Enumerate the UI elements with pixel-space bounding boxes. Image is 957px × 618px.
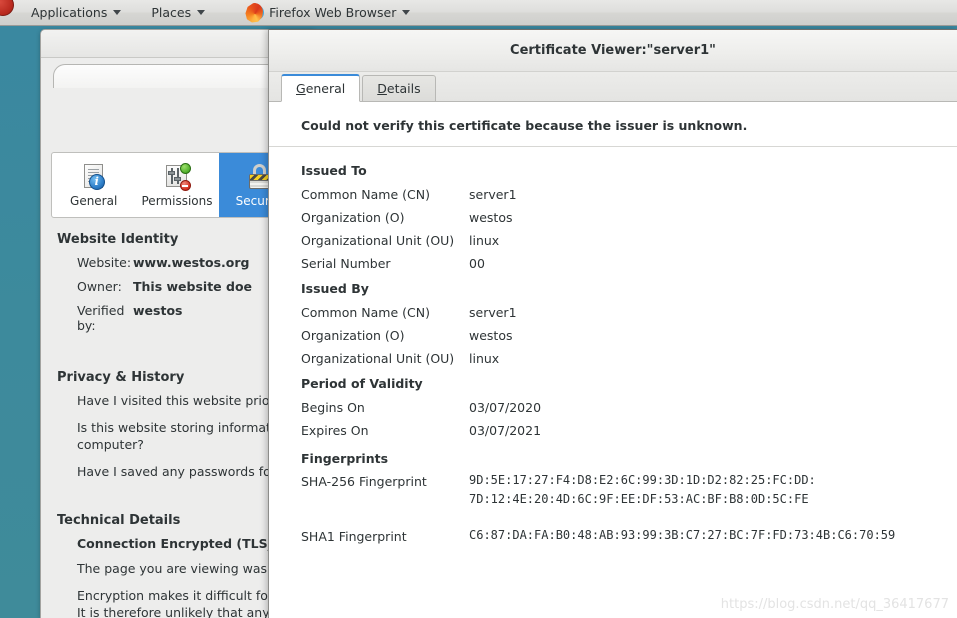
field-value: linux bbox=[469, 351, 500, 366]
field-value: 03/07/2021 bbox=[469, 423, 542, 438]
applications-menu[interactable]: Applications bbox=[22, 0, 130, 26]
field-issued-to-cn: Common Name (CN) server1 bbox=[301, 183, 957, 206]
identity-verified-by-value: westos bbox=[133, 303, 183, 318]
certificate-general-panel: Could not verify this certificate becaus… bbox=[269, 102, 957, 617]
document-info-icon: i bbox=[79, 162, 109, 192]
screen: Applications Places Firefox Web Browser bbox=[0, 0, 957, 618]
identity-website-label: Website: bbox=[77, 255, 132, 270]
privacy-line-passwords: Have I saved any passwords for bbox=[77, 463, 276, 479]
field-label: Begins On bbox=[301, 400, 365, 415]
field-value: C6:87:DA:FA:B0:48:AB:93:99:3B:C7:27:BC:7… bbox=[469, 528, 896, 542]
field-value: westos bbox=[469, 210, 513, 225]
section-heading-issued-by: Issued By bbox=[301, 281, 369, 296]
field-begins-on: Begins On 03/07/2020 bbox=[301, 396, 957, 419]
technical-connection-encrypted: Connection Encrypted (TLS_E bbox=[77, 535, 283, 551]
applications-menu-label: Applications bbox=[31, 5, 108, 20]
field-sha1-fingerprint: SHA1 Fingerprint C6:87:DA:FA:B0:48:AB:93… bbox=[301, 526, 957, 546]
website-identity-heading: Website Identity bbox=[57, 232, 179, 247]
certificate-fields: Issued To Common Name (CN) server1 Organ… bbox=[269, 147, 957, 546]
identity-row-owner: Owner: This website doe bbox=[53, 279, 303, 294]
identity-owner-value: This website doe bbox=[133, 279, 253, 294]
section-heading-fingerprints: Fingerprints bbox=[301, 451, 389, 466]
field-issued-to-serial: Serial Number 00 bbox=[301, 252, 957, 275]
field-issued-by-cn: Common Name (CN) server1 bbox=[301, 301, 957, 324]
privacy-line-visited: Have I visited this website prior bbox=[77, 393, 275, 408]
field-value: 00 bbox=[469, 256, 485, 271]
places-menu-label: Places bbox=[151, 5, 192, 20]
field-expires-on: Expires On 03/07/2021 bbox=[301, 419, 957, 442]
permissions-sliders-icon bbox=[162, 162, 192, 192]
field-sha256-fingerprint: SHA-256 Fingerprint 9D:5E:17:27:F4:D8:E2… bbox=[301, 471, 957, 509]
technical-line-page-viewing: The page you are viewing was e bbox=[77, 561, 279, 577]
technical-line-encryption: Encryption makes it difficult for bbox=[77, 588, 274, 604]
field-label: Organizational Unit (OU) bbox=[301, 233, 455, 248]
page-info-search-input[interactable] bbox=[53, 64, 303, 88]
field-label: Organizational Unit (OU) bbox=[301, 351, 455, 366]
section-heading-issued-to: Issued To bbox=[301, 163, 367, 178]
tab-details-label: etails bbox=[386, 81, 421, 96]
tab-general-label: eneral bbox=[305, 81, 346, 96]
field-label: Serial Number bbox=[301, 256, 391, 271]
identity-owner-label: Owner: bbox=[77, 279, 122, 294]
identity-verified-by-label: Verified by: bbox=[77, 303, 125, 333]
page-info-toolbar: i General Permissions Security bbox=[51, 152, 303, 218]
field-value: linux bbox=[469, 233, 500, 248]
tab-details-mnemonic: D bbox=[377, 81, 387, 96]
field-issued-by-o: Organization (O) westos bbox=[301, 324, 957, 347]
field-label: Common Name (CN) bbox=[301, 187, 430, 202]
field-label: Organization (O) bbox=[301, 210, 405, 225]
privacy-line-storing: Is this website storing informat bbox=[77, 419, 271, 435]
chevron-down-icon bbox=[113, 10, 122, 15]
chevron-down-icon bbox=[402, 10, 411, 15]
page-info-tab-permissions-label: Permissions bbox=[141, 194, 213, 208]
field-value: westos bbox=[469, 328, 513, 343]
field-label: Common Name (CN) bbox=[301, 305, 430, 320]
identity-row-verified-by: Verified by: westos bbox=[53, 303, 303, 333]
page-info-tab-general-label: General bbox=[70, 194, 118, 208]
field-label: Expires On bbox=[301, 423, 369, 438]
field-value: 9D:5E:17:27:F4:D8:E2:6C:99:3D:1D:D2:82:2… bbox=[469, 473, 816, 506]
certificate-viewer-titlebar[interactable]: Certificate Viewer:"server1" bbox=[269, 30, 957, 72]
firefox-window-label: Firefox Web Browser bbox=[269, 5, 397, 20]
tab-details[interactable]: Details bbox=[362, 75, 436, 102]
chevron-down-icon bbox=[197, 10, 206, 15]
field-issued-by-ou: Organizational Unit (OU) linux bbox=[301, 347, 957, 370]
field-label: SHA1 Fingerprint bbox=[301, 529, 407, 544]
certificate-viewer-title: Certificate Viewer:"server1" bbox=[510, 43, 716, 58]
field-issued-to-ou: Organizational Unit (OU) linux bbox=[301, 229, 957, 252]
top-panel: Applications Places Firefox Web Browser bbox=[0, 0, 957, 26]
certificate-viewer-window[interactable]: Certificate Viewer:"server1" General Det… bbox=[268, 29, 957, 618]
panel-corner-icon bbox=[0, 0, 14, 16]
field-value: 03/07/2020 bbox=[469, 400, 542, 415]
places-menu[interactable]: Places bbox=[142, 0, 214, 26]
certificate-viewer-tabstrip: General Details bbox=[269, 72, 957, 102]
technical-details-heading: Technical Details bbox=[57, 512, 181, 528]
field-value: server1 bbox=[469, 187, 517, 202]
privacy-line-storing-cont: computer? bbox=[77, 436, 144, 452]
field-issued-to-o: Organization (O) westos bbox=[301, 206, 957, 229]
privacy-history-heading: Privacy & History bbox=[57, 370, 185, 385]
firefox-icon bbox=[245, 2, 265, 23]
identity-website-value: www.westos.org bbox=[133, 255, 250, 270]
firefox-window-menu[interactable]: Firefox Web Browser bbox=[236, 0, 419, 26]
page-info-tab-permissions[interactable]: Permissions bbox=[135, 153, 218, 217]
field-value: server1 bbox=[469, 305, 517, 320]
page-info-tab-general[interactable]: i General bbox=[52, 153, 135, 217]
certificate-warning-text: Could not verify this certificate becaus… bbox=[269, 102, 957, 147]
identity-row-website: Website: www.westos.org bbox=[53, 255, 303, 270]
technical-line-unlikely: It is therefore unlikely that any bbox=[77, 605, 270, 618]
field-label: Organization (O) bbox=[301, 328, 405, 343]
tab-general-mnemonic: G bbox=[296, 81, 306, 96]
tab-general[interactable]: General bbox=[281, 74, 361, 102]
field-label: SHA-256 Fingerprint bbox=[301, 474, 427, 489]
section-heading-period-of-validity: Period of Validity bbox=[301, 376, 423, 391]
